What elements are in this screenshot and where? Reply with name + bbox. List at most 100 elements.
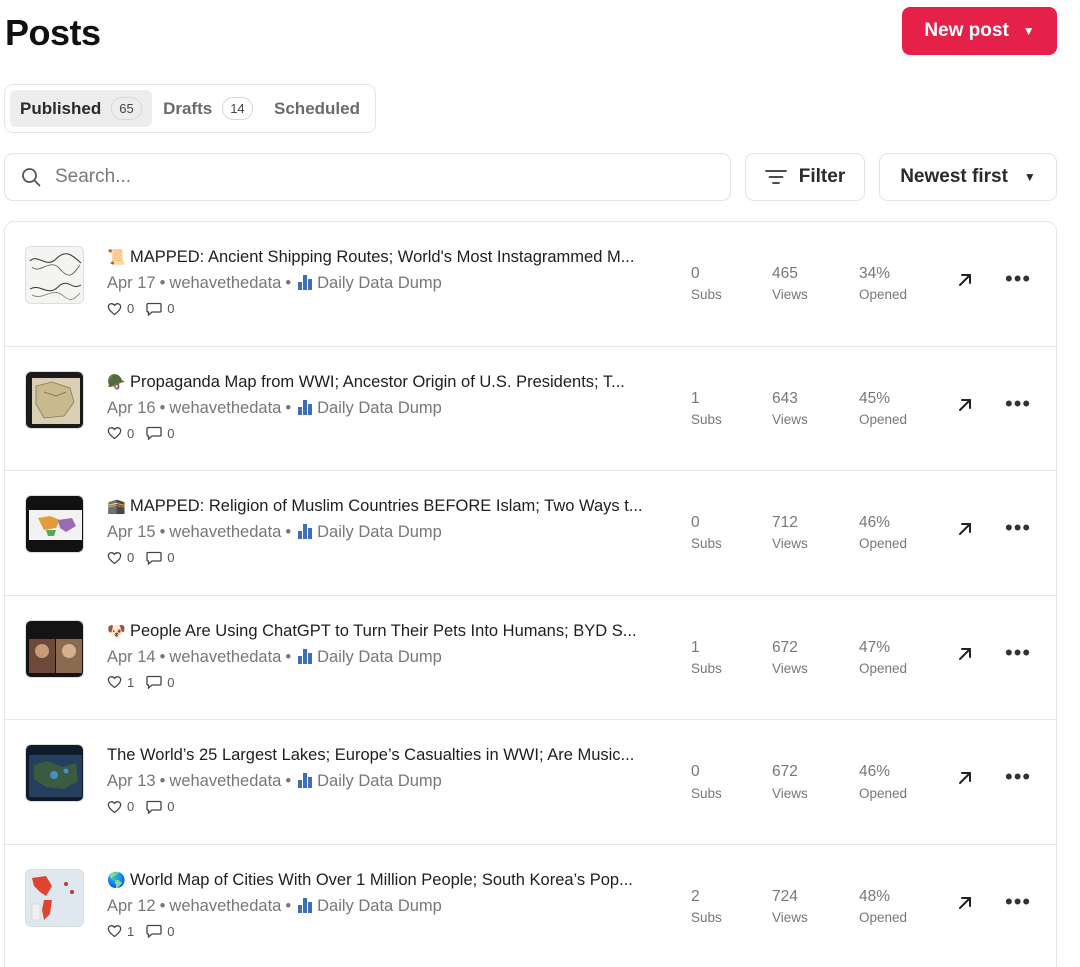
subs-value: 0 (691, 514, 700, 532)
subs-value: 1 (691, 389, 700, 407)
comments[interactable]: 0 (146, 301, 174, 316)
comment-icon (146, 800, 162, 814)
post-social: 0 0 (107, 301, 186, 316)
like-count: 0 (127, 799, 135, 815)
comments[interactable]: 0 (146, 799, 174, 814)
opened-label: Opened (859, 661, 908, 677)
post-title[interactable]: 🐶 People Are Using ChatGPT to Turn Their … (107, 622, 667, 641)
new-post-button[interactable]: New post ▼ (902, 7, 1057, 55)
post-title-text: MAPPED: Religion of Muslim Countries BEF… (130, 497, 643, 516)
more-horizontal-icon[interactable]: ••• (1005, 641, 1031, 664)
likes[interactable]: 1 (107, 675, 134, 690)
likes[interactable]: 0 (107, 426, 134, 441)
opened-stat: 47% Opened (859, 636, 907, 680)
post-author: wehavethedata (169, 896, 282, 915)
caret-down-icon[interactable]: ▼ (1023, 24, 1035, 38)
views-stat: 672 Views (772, 636, 808, 680)
like-count: 1 (127, 674, 135, 690)
post-title[interactable]: 🪖 Propaganda Map from WWI; Ancestor Origi… (107, 373, 667, 392)
subs-stat: 0 Subs (691, 760, 722, 804)
filter-label: Filter (798, 166, 846, 187)
comments[interactable]: 0 (146, 426, 174, 441)
views-value: 465 (772, 265, 798, 282)
post-title-text: World Map of Cities With Over 1 Million … (130, 870, 633, 889)
post-publication: Daily Data Dump (317, 274, 442, 292)
like-count: 0 (127, 425, 135, 441)
post-title[interactable]: 🌎 World Map of Cities With Over 1 Million… (107, 871, 667, 890)
likes[interactable]: 0 (107, 799, 134, 814)
arrow-up-right-icon[interactable] (957, 646, 973, 662)
arrow-up-right-icon[interactable] (957, 895, 973, 911)
post-thumbnail (25, 619, 84, 678)
opened-value: 45% (859, 389, 891, 407)
tab-count-badge: 65 (111, 97, 142, 120)
search-icon (22, 168, 41, 187)
arrow-up-right-icon[interactable] (957, 770, 973, 786)
views-label: Views (772, 910, 808, 926)
post-author: wehavethedata (169, 772, 282, 791)
opened-label: Opened (859, 287, 908, 303)
post-title[interactable]: 🕋 MAPPED: Religion of Muslim Countries BE… (107, 497, 667, 516)
opened-value: 47% (859, 638, 891, 656)
tab-published[interactable]: Published 65 (10, 90, 152, 127)
comments[interactable]: 0 (146, 550, 174, 565)
search-box[interactable] (4, 153, 731, 201)
views-stat: 643 Views (772, 387, 808, 431)
post-row[interactable]: 🌎 World Map of Cities With Over 1 Million… (5, 845, 1056, 967)
heart-icon (107, 925, 122, 938)
heart-icon (107, 551, 122, 564)
subs-value: 1 (691, 638, 700, 656)
post-row[interactable]: The World’s 25 Largest Lakes; Europe’s C… (5, 720, 1056, 845)
subs-value: 0 (691, 763, 700, 781)
subs-label: Subs (691, 785, 722, 801)
likes[interactable]: 1 (107, 924, 134, 939)
post-row[interactable]: 🕋 MAPPED: Religion of Muslim Countries BE… (5, 471, 1056, 596)
tab-count-badge: 14 (222, 97, 253, 120)
subs-stat: 1 Subs (691, 387, 722, 431)
like-count: 0 (127, 550, 135, 566)
post-row[interactable]: 🪖 Propaganda Map from WWI; Ancestor Origi… (5, 347, 1056, 472)
more-horizontal-icon[interactable]: ••• (1005, 890, 1031, 913)
post-row[interactable]: 🐶 People Are Using ChatGPT to Turn Their … (5, 596, 1056, 721)
opened-stat: 46% Opened (859, 511, 907, 555)
arrow-up-right-icon[interactable] (957, 521, 973, 537)
post-emoji: 🕋 (107, 498, 126, 516)
likes[interactable]: 0 (107, 550, 134, 565)
subs-label: Subs (691, 287, 722, 303)
post-emoji: 📜 (107, 249, 126, 266)
subs-label: Subs (691, 411, 722, 427)
comments[interactable]: 0 (146, 675, 174, 690)
sort-select[interactable]: Newest first ▼ (879, 153, 1057, 201)
post-meta: Apr 14 • wehavethedata • Daily Data Dump (107, 647, 442, 666)
post-date: Apr 15 (107, 523, 156, 542)
views-value: 672 (772, 763, 798, 781)
more-horizontal-icon[interactable]: ••• (1005, 268, 1031, 290)
filter-button[interactable]: Filter (745, 153, 865, 201)
post-title[interactable]: 📜 MAPPED: Ancient Shipping Routes; World'… (107, 248, 667, 267)
post-publication: Daily Data Dump (317, 772, 442, 791)
comments[interactable]: 0 (146, 924, 174, 939)
post-title-text: People Are Using ChatGPT to Turn Their P… (130, 621, 637, 640)
post-author: wehavethedata (169, 274, 282, 292)
opened-stat: 46% Opened (859, 760, 907, 804)
comment-icon (146, 925, 162, 939)
sort-label: Newest first (900, 166, 1008, 187)
likes[interactable]: 0 (107, 301, 134, 316)
bar-chart-icon (297, 897, 313, 913)
more-horizontal-icon[interactable]: ••• (1005, 766, 1031, 788)
comment-icon (146, 302, 162, 316)
more-horizontal-icon[interactable]: ••• (1005, 392, 1031, 415)
post-social: 1 0 (107, 675, 186, 690)
arrow-up-right-icon[interactable] (957, 397, 973, 413)
post-date: Apr 12 (107, 896, 156, 915)
more-horizontal-icon[interactable]: ••• (1005, 517, 1031, 539)
post-title[interactable]: The World’s 25 Largest Lakes; Europe’s C… (107, 746, 667, 765)
post-row[interactable]: 📜 MAPPED: Ancient Shipping Routes; World'… (5, 222, 1056, 347)
comment-count: 0 (167, 674, 175, 690)
post-emoji: 🪖 (107, 373, 126, 391)
opened-label: Opened (859, 910, 908, 926)
search-input[interactable] (55, 166, 675, 188)
tab-scheduled[interactable]: Scheduled (264, 90, 370, 127)
tab-drafts[interactable]: Drafts 14 (153, 90, 263, 127)
arrow-up-right-icon[interactable] (957, 272, 973, 288)
